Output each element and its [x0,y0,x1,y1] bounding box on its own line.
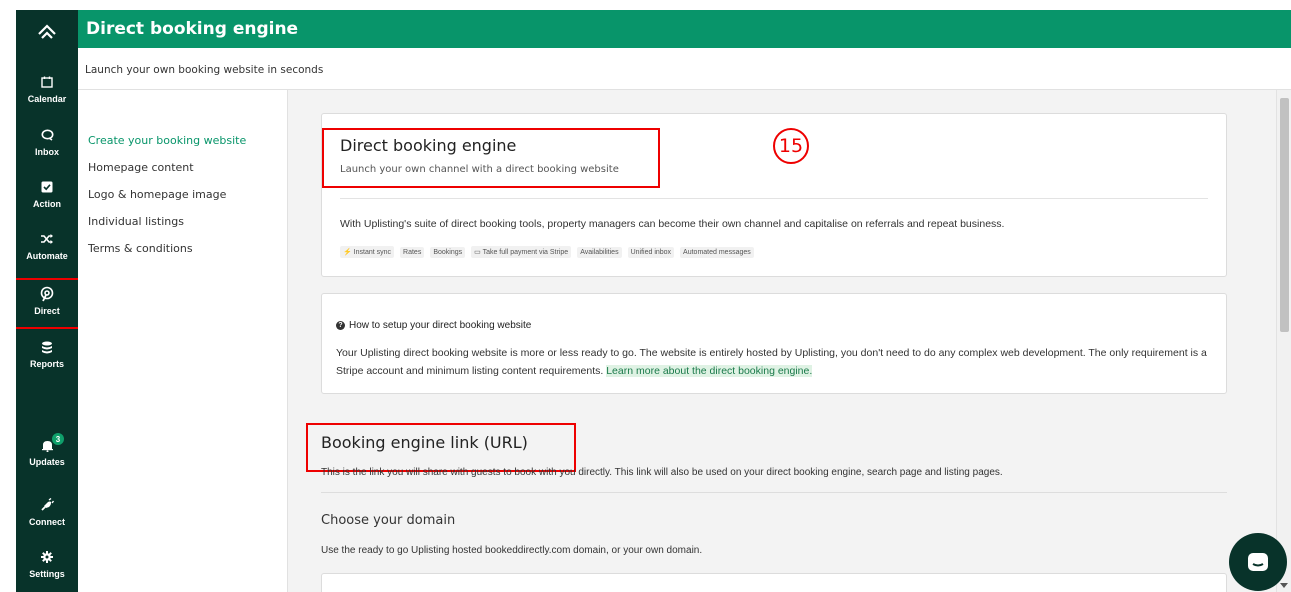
left-nav: Calendar Inbox Action Automate Direct Re… [16,10,80,592]
nav-label: Calendar [27,94,67,104]
sidebar-item-homepage-content[interactable]: Homepage content [88,161,194,174]
feature-tag: Automated messages [680,246,754,258]
page-header: Direct booking engine [78,10,1291,48]
question-circle-icon: ? [336,321,345,330]
gear-icon [39,549,55,565]
sidebar-item-terms[interactable]: Terms & conditions [88,242,193,255]
checkbox-icon [39,179,55,195]
nav-label: Automate [26,251,68,261]
setup-heading-row: ? How to setup your direct booking websi… [336,320,531,331]
notification-badge: 3 [52,433,64,445]
nav-label: Reports [29,359,64,369]
chat-bubble-icon [39,127,55,143]
database-icon [39,339,55,355]
page-title: Direct booking engine [86,19,299,39]
direct-icon [39,286,55,302]
chat-icon [1248,553,1268,571]
nav-item-connect[interactable]: Connect [16,495,78,547]
feature-tags: ⚡ Instant sync Rates Bookings ▭ Take ful… [340,246,754,258]
nav-item-direct[interactable]: Direct [16,278,80,329]
feature-tag: Availabilities [577,246,622,258]
nav-label: Settings [29,569,65,579]
chat-launcher-button[interactable] [1229,533,1287,591]
nav-label: Connect [29,517,65,527]
booking-link-title: Booking engine link (URL) [321,433,528,452]
domain-description: Use the ready to go Uplisting hosted boo… [321,545,703,556]
setup-text-block: Your Uplisting direct booking website is… [336,344,1216,380]
main-scrollbar[interactable] [1276,90,1291,592]
feature-tag: Unified inbox [627,246,675,258]
shuffle-icon [39,231,55,247]
feature-tag: ⚡ Instant sync [340,246,395,258]
divider [321,492,1227,493]
divider [340,198,1208,199]
app-window: Calendar Inbox Action Automate Direct Re… [16,10,1291,592]
page-subtitle: Launch your own booking website in secon… [85,64,324,76]
feature-tag: Rates [400,246,425,258]
sidebar-item-create-website[interactable]: Create your booking website [88,134,246,147]
booking-link-description: This is the link you will share with gue… [321,467,1003,478]
chevrons-up-logo-icon[interactable] [16,18,78,46]
lightning-icon: ⚡ [343,249,352,256]
calendar-icon [39,74,55,90]
intro-description: With Uplisting's suite of direct booking… [340,218,1005,230]
nav-item-calendar[interactable]: Calendar [16,72,78,124]
intro-subtitle: Launch your own channel with a direct bo… [340,164,619,175]
nav-item-reports[interactable]: Reports [16,337,78,389]
settings-sidebar: Create your booking website Homepage con… [78,90,288,592]
setup-heading: How to setup your direct booking website [349,320,532,331]
setup-card: ? How to setup your direct booking websi… [321,293,1227,394]
nav-item-updates[interactable]: 3 Updates [16,433,78,487]
intro-title: Direct booking engine [340,136,517,155]
scroll-down-arrow-icon[interactable] [1280,583,1288,588]
nav-label: Action [33,199,61,209]
learn-more-link[interactable]: Learn more about the direct booking engi… [606,365,813,377]
feature-tag: Bookings [430,246,466,258]
plug-icon [39,497,55,513]
scrollbar-thumb[interactable] [1280,98,1289,332]
page-subheader: Launch your own booking website in secon… [78,48,1291,90]
domain-options-card [321,573,1227,592]
nav-label: Direct [34,306,60,316]
nav-item-settings[interactable]: Settings [16,547,78,592]
step-annotation: 15 [773,128,809,164]
nav-item-action[interactable]: Action [16,177,78,229]
feature-tag: ▭ Take full payment via Stripe [471,246,572,258]
main-content: Direct booking engine Launch your own ch… [288,90,1276,592]
nav-item-automate[interactable]: Automate [16,229,78,281]
nav-item-inbox[interactable]: Inbox [16,125,78,177]
intro-card: Direct booking engine Launch your own ch… [321,113,1227,277]
sidebar-item-logo-image[interactable]: Logo & homepage image [88,188,226,201]
domain-title: Choose your domain [321,513,456,528]
nav-label: Inbox [35,147,59,157]
nav-label: Updates [29,457,65,467]
sidebar-item-individual-listings[interactable]: Individual listings [88,215,184,228]
credit-card-icon: ▭ [474,249,481,256]
